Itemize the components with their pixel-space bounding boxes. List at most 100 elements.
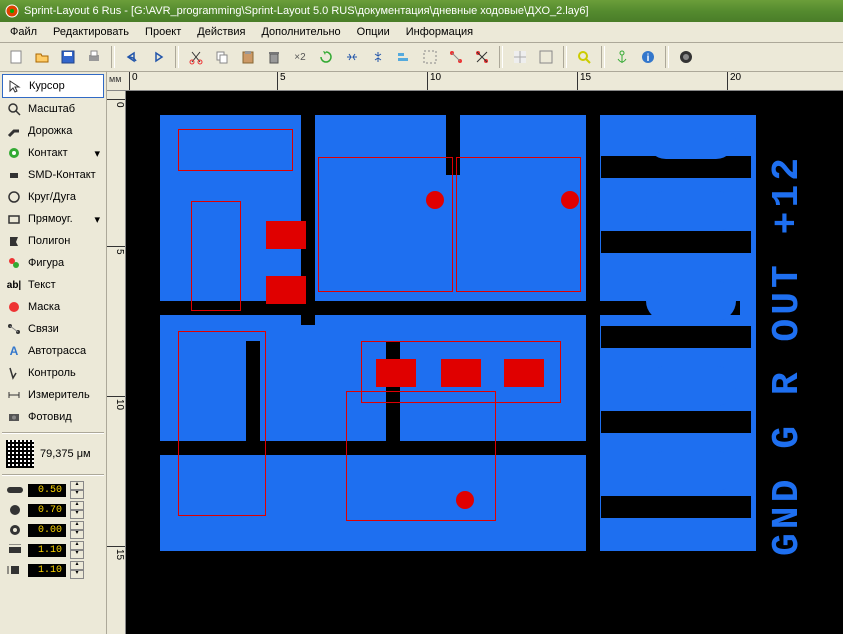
tool-label: Маска [28,301,60,313]
param-value: 0.70 [28,504,66,517]
tool-label: Фотовид [28,411,72,423]
grid-value: 79,375 μм [40,448,91,460]
param-value: 0.00 [28,524,66,537]
ruler-tick: 5 [277,72,286,90]
grid-icon [6,440,34,468]
tool-autoroute[interactable]: A Автотрасса [2,340,104,362]
tool-label: Полигон [28,235,70,247]
redo-button[interactable] [146,45,170,69]
tool-shape[interactable]: Фигура [2,252,104,274]
grid-options-button[interactable] [534,45,558,69]
tool-label: Автотрасса [28,345,86,357]
param-smd-w[interactable]: 1.10 ▴▾ [2,540,104,560]
new-button[interactable] [4,45,28,69]
window-title: Sprint-Layout 6 Rus - [G:\AVR_programmin… [24,5,589,17]
menu-file[interactable]: Файл [2,24,45,40]
tool-rect[interactable]: Прямоуг. ▾ [2,208,104,230]
tool-smd[interactable]: SMD-Контакт [2,164,104,186]
content-area: Курсор Масштаб Дорожка Контакт ▾ SMD-Кон… [0,72,843,634]
param-track-width[interactable]: 0.50 ▴▾ [2,480,104,500]
save-button[interactable] [56,45,80,69]
photo-icon [6,409,22,425]
spinner[interactable]: ▴▾ [70,541,84,559]
dropdown-icon: ▾ [94,147,100,160]
tool-label: Фигура [28,257,64,269]
svg-text:i: i [647,53,650,64]
ruler-tick: 20 [727,72,741,90]
zoom-icon [6,101,22,117]
tool-label: Масштаб [28,103,75,115]
tool-label: Измеритель [28,389,90,401]
cursor-icon [7,78,23,94]
tools-sidebar: Курсор Масштаб Дорожка Контакт ▾ SMD-Кон… [0,72,107,634]
param-pad-outer[interactable]: 0.70 ▴▾ [2,500,104,520]
text-icon: ab| [6,277,22,293]
tool-text[interactable]: ab| Текст [2,274,104,296]
param-value: 0.50 [28,484,66,497]
tool-label: Дорожка [28,125,72,137]
duplicate-button[interactable]: ×2 [288,45,312,69]
flip-h-button[interactable] [340,45,364,69]
ruler-tick: 15 [577,72,591,90]
rotate-button[interactable] [314,45,338,69]
remove-conn-button[interactable] [470,45,494,69]
spinner[interactable]: ▴▾ [70,481,84,499]
title-bar: Sprint-Layout 6 Rus - [G:\AVR_programmin… [0,0,843,22]
tool-track[interactable]: Дорожка [2,120,104,142]
undo-button[interactable] [120,45,144,69]
circle-icon [6,189,22,205]
menu-info[interactable]: Информация [398,24,481,40]
copy-button[interactable] [210,45,234,69]
smd-h-icon [6,563,24,577]
autoroute-icon: A [6,343,22,359]
ruler-tick: 5 [107,246,125,255]
menu-extra[interactable]: Дополнительно [253,24,348,40]
paste-button[interactable] [236,45,260,69]
grid-toggle-button[interactable] [508,45,532,69]
cut-button[interactable] [184,45,208,69]
connection-button[interactable] [444,45,468,69]
pad-inner-icon [6,523,24,537]
zoom-button[interactable] [572,45,596,69]
spinner[interactable]: ▴▾ [70,501,84,519]
delete-button[interactable] [262,45,286,69]
spinner[interactable]: ▴▾ [70,521,84,539]
tool-photo[interactable]: Фотовид [2,406,104,428]
pcb-canvas[interactable]: GND G R OUT +12 [126,91,843,634]
menu-actions[interactable]: Действия [189,24,253,40]
align-button[interactable] [392,45,416,69]
rect-icon [6,211,22,227]
tool-label: Контакт [28,147,68,159]
menu-options[interactable]: Опции [349,24,398,40]
menu-project[interactable]: Проект [137,24,189,40]
tool-check[interactable]: Контроль [2,362,104,384]
tool-measure[interactable]: Измеритель [2,384,104,406]
print-button[interactable] [82,45,106,69]
tool-links[interactable]: Связи [2,318,104,340]
flip-v-button[interactable] [366,45,390,69]
tool-label: Прямоуг. [28,213,73,225]
open-button[interactable] [30,45,54,69]
spinner[interactable]: ▴▾ [70,561,84,579]
shape-icon [6,255,22,271]
tool-polygon[interactable]: Полигон [2,230,104,252]
snap-button[interactable] [418,45,442,69]
polygon-icon [6,233,22,249]
tool-circle[interactable]: Круг/Дуга [2,186,104,208]
tool-zoom[interactable]: Масштаб [2,98,104,120]
macro-button[interactable] [674,45,698,69]
mask-icon [6,299,22,315]
toolbar: ×2 i [0,43,843,72]
tool-contact[interactable]: Контакт ▾ [2,142,104,164]
tool-cursor[interactable]: Курсор [2,74,104,98]
ruler-tick: 10 [427,72,441,90]
param-pad-inner[interactable]: 0.00 ▴▾ [2,520,104,540]
info-button[interactable]: i [636,45,660,69]
menu-edit[interactable]: Редактировать [45,24,137,40]
ruler-unit: мм [109,74,121,84]
grid-setting[interactable]: 79,375 μм [2,438,104,470]
tool-mask[interactable]: Маска [2,296,104,318]
param-smd-h[interactable]: 1.10 ▴▾ [2,560,104,580]
param-value: 1.10 [28,564,66,577]
anchor-button[interactable] [610,45,634,69]
